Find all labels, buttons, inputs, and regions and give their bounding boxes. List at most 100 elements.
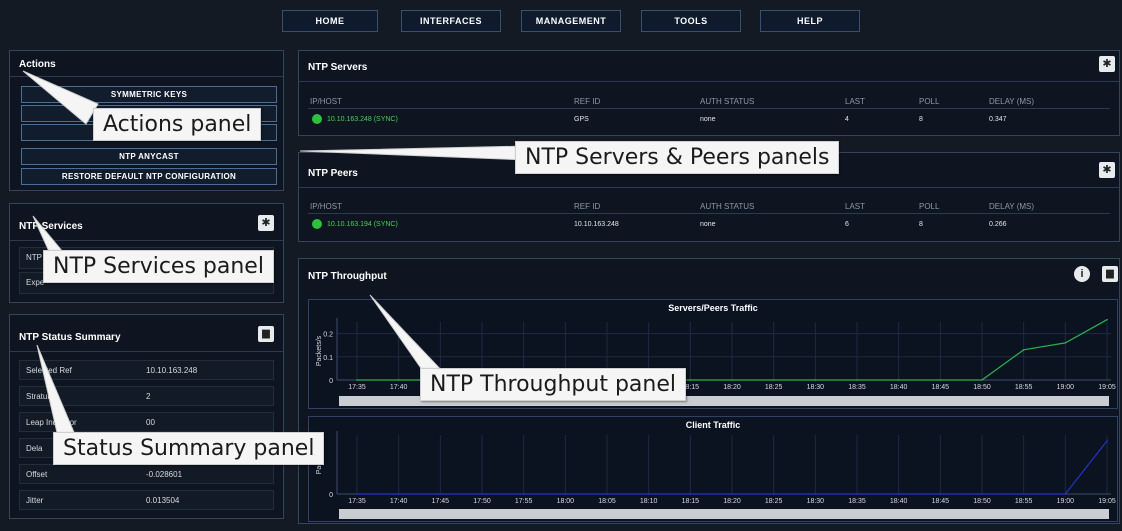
col-header: DELAY (MS) bbox=[989, 202, 1035, 211]
status-row: Leap Indicator 00 bbox=[19, 412, 274, 432]
data-point bbox=[481, 493, 483, 495]
status-label: Jitter bbox=[26, 496, 44, 505]
nav-tools[interactable]: TOOLS bbox=[641, 10, 741, 32]
x-tick-label: 18:20 bbox=[723, 384, 741, 391]
client-traffic-chart: Client Traffic 0Packe17:3517:4017:4517:5… bbox=[308, 416, 1118, 522]
data-point bbox=[814, 379, 817, 381]
peer-auth: none bbox=[700, 221, 716, 228]
peer-poll: 8 bbox=[919, 221, 923, 228]
chart-scrollbar[interactable] bbox=[339, 509, 1109, 519]
server-auth: none bbox=[700, 116, 716, 123]
data-point bbox=[564, 493, 567, 495]
x-tick-label: 17:50 bbox=[473, 498, 491, 505]
nav-interfaces[interactable]: INTERFACES bbox=[401, 10, 501, 32]
data-point bbox=[1022, 349, 1025, 351]
x-tick-label: 18:00 bbox=[557, 498, 575, 505]
status-label: Dela bbox=[26, 444, 43, 453]
status-row: Offset -0.028601 bbox=[19, 464, 274, 484]
status-row: Selected Ref 10.10.163.248 bbox=[19, 360, 274, 380]
data-point bbox=[1022, 493, 1025, 495]
status-value: 0.013504 bbox=[146, 496, 180, 505]
col-header: AUTH STATUS bbox=[700, 202, 755, 211]
x-tick-label: 19:00 bbox=[1057, 498, 1075, 505]
x-tick-label: 19:05 bbox=[1098, 498, 1116, 505]
col-header: POLL bbox=[919, 202, 940, 211]
data-point bbox=[606, 493, 608, 495]
status-value: 2 bbox=[146, 392, 151, 401]
callout-actions: Actions panel bbox=[93, 108, 262, 141]
nav-home[interactable]: HOME bbox=[282, 10, 378, 32]
ntp-anycast-button[interactable]: NTP ANYCAST bbox=[21, 148, 277, 165]
y-tick-label: 0 bbox=[329, 492, 333, 499]
gear-icon[interactable]: ✱ bbox=[1099, 56, 1115, 72]
data-point bbox=[356, 379, 358, 381]
status-label: Stratum bbox=[26, 392, 55, 401]
data-point bbox=[897, 493, 900, 495]
restore-default-button[interactable]: RESTORE DEFAULT NTP CONFIGURATION bbox=[21, 168, 277, 185]
actions-title: Actions bbox=[19, 59, 56, 70]
x-tick-label: 17:35 bbox=[348, 498, 366, 505]
ntp-peers-title: NTP Peers bbox=[308, 168, 358, 179]
ntp-services-title: NTP Services bbox=[19, 221, 83, 232]
x-tick-label: 18:50 bbox=[973, 384, 991, 391]
status-label: Leap Indicator bbox=[26, 418, 77, 427]
peer-ip[interactable]: 10.10.163.194 (SYNC) bbox=[327, 221, 398, 228]
peer-delay: 0.266 bbox=[989, 221, 1007, 228]
data-point bbox=[689, 493, 692, 495]
data-point bbox=[1106, 440, 1108, 442]
throughput-title: NTP Throughput bbox=[308, 271, 387, 282]
ntp-servers-title: NTP Servers bbox=[308, 62, 368, 73]
x-tick-label: 18:30 bbox=[807, 384, 825, 391]
status-value: -0.028601 bbox=[146, 470, 183, 479]
col-header: POLL bbox=[919, 97, 940, 106]
trash-icon[interactable]: ▆ bbox=[1102, 266, 1118, 282]
data-point bbox=[1106, 318, 1108, 321]
data-point bbox=[731, 493, 733, 495]
data-point bbox=[939, 493, 942, 495]
x-tick-label: 18:10 bbox=[640, 498, 658, 505]
x-tick-label: 19:05 bbox=[1098, 384, 1116, 391]
data-point bbox=[772, 493, 775, 495]
info-icon[interactable]: i bbox=[1074, 266, 1090, 282]
x-tick-label: 18:35 bbox=[848, 384, 866, 391]
col-header: LAST bbox=[845, 97, 866, 106]
x-tick-label: 18:25 bbox=[765, 384, 783, 391]
server-ip[interactable]: 10.10.163.248 (SYNC) bbox=[327, 116, 398, 123]
x-tick-label: 18:35 bbox=[848, 498, 866, 505]
nav-help[interactable]: HELP bbox=[760, 10, 860, 32]
trash-icon[interactable]: ▆ bbox=[258, 326, 274, 342]
gear-icon[interactable]: ✱ bbox=[258, 215, 274, 231]
service-row-label: NTP bbox=[26, 253, 42, 262]
x-tick-label: 18:45 bbox=[932, 384, 950, 391]
symmetric-keys-button[interactable]: SYMMETRIC KEYS bbox=[21, 86, 277, 103]
server-delay: 0.347 bbox=[989, 116, 1007, 123]
data-point bbox=[814, 493, 817, 495]
data-point bbox=[356, 493, 358, 495]
data-point bbox=[897, 379, 900, 381]
y-tick-label: 0.1 bbox=[323, 355, 333, 362]
data-point bbox=[981, 379, 983, 381]
x-tick-label: 18:50 bbox=[973, 498, 991, 505]
data-point bbox=[981, 493, 983, 495]
status-row: Jitter 0.013504 bbox=[19, 490, 274, 510]
x-tick-label: 18:40 bbox=[890, 498, 908, 505]
y-axis-label: Packets/s bbox=[316, 335, 323, 366]
x-tick-label: 17:55 bbox=[515, 498, 533, 505]
nav-management[interactable]: MANAGEMENT bbox=[521, 10, 621, 32]
status-label: Selected Ref bbox=[26, 366, 72, 375]
x-tick-label: 18:15 bbox=[682, 498, 700, 505]
sync-status-icon bbox=[312, 114, 322, 124]
x-tick-label: 17:40 bbox=[390, 498, 408, 505]
x-tick-label: 18:25 bbox=[765, 498, 783, 505]
status-row: Stratum 2 bbox=[19, 386, 274, 406]
gear-icon[interactable]: ✱ bbox=[1099, 162, 1115, 178]
x-tick-label: 18:40 bbox=[890, 384, 908, 391]
server-last: 4 bbox=[845, 116, 849, 123]
data-point bbox=[689, 379, 692, 381]
ntp-status-summary-panel: NTP Status Summary ▆ Selected Ref 10.10.… bbox=[9, 314, 284, 519]
callout-throughput: NTP Throughput panel bbox=[420, 368, 686, 401]
x-tick-label: 18:20 bbox=[723, 498, 741, 505]
data-point bbox=[1064, 493, 1067, 495]
server-poll: 8 bbox=[919, 116, 923, 123]
data-point bbox=[439, 493, 442, 495]
